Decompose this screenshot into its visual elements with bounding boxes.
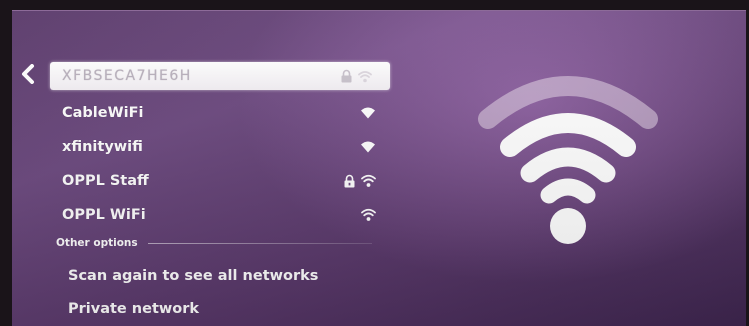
other-options-header: Other options: [56, 237, 372, 249]
lock-icon: [341, 69, 352, 83]
private-network-option[interactable]: Private network: [56, 292, 318, 325]
chevron-left-icon: [22, 64, 34, 84]
wifi-large-icon: [474, 71, 662, 251]
network-name: OPPL WiFi: [62, 207, 146, 223]
scan-again-option[interactable]: Scan again to see all networks: [56, 259, 318, 292]
wifi-icon: [361, 174, 376, 188]
network-item-xfbseca7he6h[interactable]: XFBSECA7HE6H: [50, 62, 390, 90]
network-item-oppl-staff[interactable]: OPPL Staff: [50, 164, 390, 198]
wifi-icon: [358, 70, 372, 82]
network-name: xfinitywifi: [62, 139, 143, 155]
back-button[interactable]: [21, 64, 35, 84]
network-item-oppl-wifi[interactable]: OPPL WiFi: [50, 198, 390, 232]
network-item-cablewifi[interactable]: CableWiFi: [50, 96, 390, 130]
network-list: XFBSECA7HE6H CableWiFi xfinitywifi OPPL …: [50, 62, 390, 232]
wifi-settings-screen: XFBSECA7HE6H CableWiFi xfinitywifi OPPL …: [12, 10, 746, 326]
option-label: Scan again to see all networks: [68, 267, 319, 284]
wifi-icon: [361, 208, 376, 222]
option-label: Private network: [68, 300, 200, 317]
network-name: XFBSECA7HE6H: [62, 68, 192, 84]
other-options-list: Scan again to see all networks Private n…: [56, 259, 318, 325]
wifi-icon: [360, 141, 376, 154]
tv-frame: XFBSECA7HE6H CableWiFi xfinitywifi OPPL …: [0, 0, 749, 326]
wifi-icon: [360, 107, 376, 120]
other-options-label: Other options: [56, 237, 138, 249]
network-name: OPPL Staff: [62, 173, 149, 189]
network-item-xfinitywifi[interactable]: xfinitywifi: [50, 130, 390, 164]
lock-icon: [344, 174, 355, 188]
divider: [147, 242, 372, 244]
network-name: CableWiFi: [62, 105, 144, 121]
